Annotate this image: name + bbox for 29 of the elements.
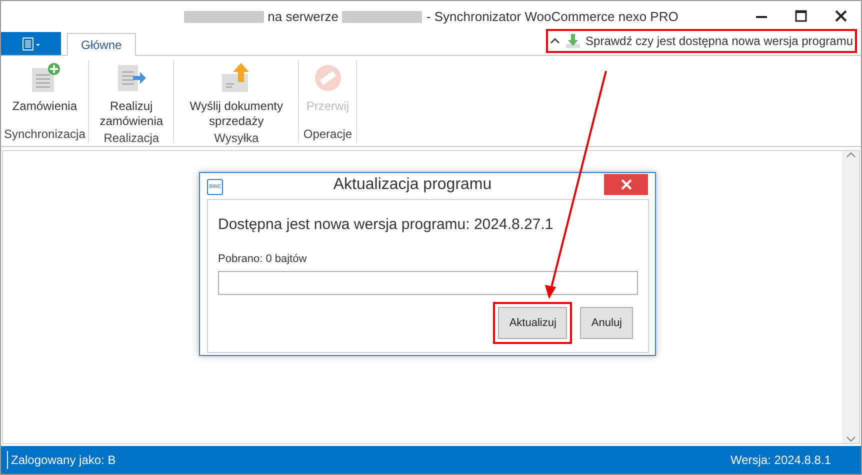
collapse-icon[interactable] — [550, 37, 560, 45]
dialog-close-button[interactable] — [604, 174, 648, 195]
menu-icon — [22, 36, 40, 50]
application-menu-button[interactable] — [1, 32, 61, 55]
download-icon — [566, 34, 580, 48]
window-title: - Synchronizator WooCommerce nexo PRO — [426, 8, 678, 26]
document-arrow-icon — [115, 62, 148, 94]
close-icon — [835, 10, 847, 22]
status-version: Wersja: 2024.8.8.1 — [730, 452, 831, 469]
ribbon-group-label: Synchronizacja — [4, 126, 86, 143]
vertical-scrollbar[interactable] — [842, 151, 859, 443]
maximize-icon — [795, 10, 807, 22]
update-button[interactable]: Aktualizuj — [498, 307, 568, 339]
progress-label: Pobrano: 0 bajtów — [218, 252, 308, 266]
update-message: Dostępna jest nowa wersja programu: 2024.8.27.1 — [218, 215, 554, 235]
ribbon-group-label: Realizacja — [104, 130, 160, 147]
ribbon-button[interactable]: Zamówienia — [8, 60, 82, 125]
ribbon-group-label: Operacje — [303, 126, 352, 143]
cancel-button[interactable]: Anuluj — [580, 307, 633, 339]
scroll-down-icon[interactable] — [846, 435, 856, 443]
ribbon-button[interactable]: Wyślij dokumenty sprzedaży — [177, 60, 296, 129]
close-icon — [620, 179, 632, 190]
dialog-title: Aktualizacja programu — [332, 175, 493, 195]
status-user: Zalogowany jako: B — [7, 451, 116, 469]
window-title: na serwerze — [268, 8, 338, 26]
scroll-up-icon[interactable] — [846, 151, 856, 159]
ribbon-group-label: Wysyłka — [214, 130, 259, 147]
ribbon-button[interactable]: Realizuj zamówienia — [92, 60, 170, 129]
ribbon-tab[interactable]: Główne — [67, 33, 136, 56]
